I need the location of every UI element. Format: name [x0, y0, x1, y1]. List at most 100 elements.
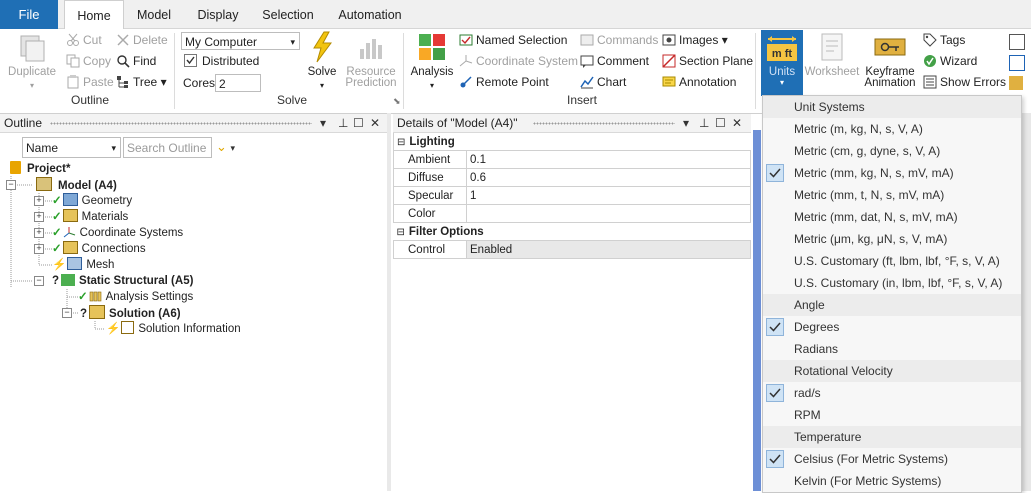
collapse-icon[interactable]: − — [62, 308, 72, 318]
images-button[interactable]: Images ▾ — [662, 31, 728, 49]
unit-system-item[interactable]: Metric (mm, dat, N, s, mV, mA) — [763, 206, 1021, 228]
remote-point-button[interactable]: Remote Point — [459, 73, 549, 91]
paste-button[interactable]: Paste — [66, 73, 114, 91]
rotational-velocity-item[interactable]: RPM — [763, 404, 1021, 426]
annotation-button[interactable]: Annotation — [662, 73, 736, 91]
solve-location-select[interactable]: My Computer ▾ — [181, 32, 300, 50]
resource-prediction-button[interactable]: Resource Prediction — [344, 31, 398, 89]
tab-display[interactable]: Display — [190, 0, 246, 28]
tree-item-materials[interactable]: ✓ Materials — [52, 209, 128, 225]
file-tab[interactable]: File — [0, 0, 58, 29]
unit-system-item[interactable]: U.S. Customary (in, lbm, lbf, °F, s, V, … — [763, 272, 1021, 294]
unit-system-item[interactable]: Metric (cm, g, dyne, s, V, A) — [763, 140, 1021, 162]
diffuse-value[interactable]: 0.6 — [466, 168, 751, 187]
unit-system-item[interactable]: Metric (mm, kg, N, s, mV, mA) — [763, 162, 1021, 184]
more-tools-icon[interactable] — [1009, 55, 1025, 71]
expand-icon[interactable]: + — [34, 228, 44, 238]
duplicate-button[interactable]: Duplicate ▾ — [6, 31, 58, 91]
tab-model[interactable]: Model — [128, 0, 180, 28]
angle-item[interactable]: Radians — [763, 338, 1021, 360]
close-icon[interactable]: ✕ — [732, 114, 742, 133]
property-row[interactable]: Specular 1 — [393, 186, 751, 205]
delete-button[interactable]: Delete — [116, 31, 168, 49]
control-value[interactable]: Enabled — [466, 240, 751, 259]
tree-item-solution[interactable]: ? Solution (A6) — [80, 305, 181, 321]
tab-home[interactable]: Home — [64, 0, 124, 30]
chevron-down-icon[interactable]: ▾ — [320, 114, 326, 133]
property-row[interactable]: Color — [393, 204, 751, 223]
more-tools-icon[interactable] — [1009, 34, 1025, 50]
angle-item[interactable]: Degrees — [763, 316, 1021, 338]
comment-button[interactable]: Comment — [580, 52, 649, 70]
tags-button[interactable]: Tags — [923, 31, 965, 49]
grip-icon[interactable] — [50, 122, 312, 125]
pin-icon[interactable]: ⊥ — [699, 114, 709, 133]
chevron-down-icon[interactable]: ▾ — [683, 114, 689, 133]
commands-button[interactable]: Commands — [580, 31, 658, 49]
find-button[interactable]: Find — [116, 52, 156, 70]
pane-splitter[interactable] — [387, 113, 391, 491]
tree-item-static-structural[interactable]: ? Static Structural (A5) — [52, 273, 193, 289]
dialog-launcher-icon[interactable]: ⬊ — [393, 96, 401, 107]
worksheet-button[interactable]: Worksheet — [804, 31, 860, 78]
temperature-item[interactable]: Kelvin (For Metric Systems) — [763, 470, 1021, 492]
tree-button[interactable]: Tree ▾ — [116, 73, 167, 91]
more-tools-icon[interactable] — [1009, 76, 1023, 90]
distributed-checkbox[interactable]: Distributed — [184, 52, 259, 70]
close-icon[interactable]: ✕ — [370, 114, 380, 133]
property-row[interactable]: Ambient 0.1 — [393, 150, 751, 169]
tree-item-project[interactable]: Project* — [10, 161, 70, 177]
tab-automation[interactable]: Automation — [332, 0, 408, 28]
maximize-icon[interactable]: ☐ — [353, 114, 364, 133]
cut-button[interactable]: Cut — [66, 31, 102, 49]
analysis-button[interactable]: Analysis ▾ — [409, 31, 455, 91]
units-button[interactable]: m ft Units ▾ — [761, 30, 803, 96]
color-value[interactable] — [466, 204, 751, 223]
tree-item-mesh[interactable]: ⚡ Mesh — [52, 257, 114, 273]
grip-icon[interactable] — [533, 122, 675, 125]
unit-system-item[interactable]: U.S. Customary (ft, lbm, lbf, °F, s, V, … — [763, 250, 1021, 272]
expand-icon[interactable]: + — [34, 244, 44, 254]
named-selection-button[interactable]: Named Selection — [459, 31, 567, 49]
specular-value[interactable]: 1 — [466, 186, 751, 205]
rotational-velocity-item[interactable]: rad/s — [763, 382, 1021, 404]
temperature-item[interactable]: Celsius (For Metric Systems) — [763, 448, 1021, 470]
unit-system-item[interactable]: Metric (μm, kg, μN, s, V, mA) — [763, 228, 1021, 250]
tree-item-solution-information[interactable]: ⚡ Solution Information — [106, 321, 241, 337]
category-row[interactable]: ⊟ Filter Options — [394, 223, 751, 241]
graphics-area[interactable] — [753, 130, 761, 491]
collapse-icon[interactable]: − — [34, 276, 44, 286]
category-row[interactable]: ⊟ Lighting — [393, 133, 751, 151]
cores-input[interactable]: 2 — [215, 74, 261, 92]
pin-icon[interactable]: ⊥ — [338, 114, 348, 133]
tree-item-connections[interactable]: ✓ Connections — [52, 241, 146, 257]
expand-icon[interactable]: + — [34, 212, 44, 222]
search-options-chevron-icon[interactable]: ⌄ ▾ — [216, 139, 235, 155]
copy-button[interactable]: Copy — [66, 52, 111, 70]
collapse-icon[interactable]: ⊟ — [397, 137, 405, 148]
tree-item-model[interactable]: Model (A4) — [36, 177, 117, 193]
solve-button[interactable]: Solve ▾ — [303, 31, 341, 91]
ambient-value[interactable]: 0.1 — [466, 150, 751, 169]
coordinate-system-button[interactable]: Coordinate System — [459, 52, 578, 70]
chart-button[interactable]: Chart — [580, 73, 626, 91]
wizard-button[interactable]: Wizard — [923, 52, 977, 70]
section-plane-button[interactable]: Section Plane — [662, 52, 753, 70]
show-errors-button[interactable]: Show Errors — [923, 73, 1006, 91]
unit-system-item[interactable]: Metric (m, kg, N, s, V, A) — [763, 118, 1021, 140]
expand-icon[interactable]: + — [34, 196, 44, 206]
search-outline-input[interactable]: Search Outline — [123, 137, 212, 158]
outline-filter-select[interactable]: Name ▾ — [22, 137, 121, 158]
tree-item-analysis-settings[interactable]: ✓ Analysis Settings — [78, 289, 193, 305]
tree-item-coordinate-systems[interactable]: ✓ Coordinate Systems — [52, 225, 183, 241]
maximize-icon[interactable]: ☐ — [715, 114, 726, 133]
unit-system-item[interactable]: Metric (mm, t, N, s, mV, mA) — [763, 184, 1021, 206]
tree-item-geometry[interactable]: ✓ Geometry — [52, 193, 132, 209]
keyframe-animation-button[interactable]: Keyframe Animation — [862, 31, 918, 89]
status-ok-icon: ✓ — [52, 227, 62, 239]
collapse-icon[interactable]: − — [6, 180, 16, 190]
tab-selection[interactable]: Selection — [256, 0, 320, 28]
property-row[interactable]: Control Enabled — [393, 240, 751, 259]
collapse-icon[interactable]: ⊟ — [397, 227, 405, 238]
property-row[interactable]: Diffuse 0.6 — [393, 168, 751, 187]
